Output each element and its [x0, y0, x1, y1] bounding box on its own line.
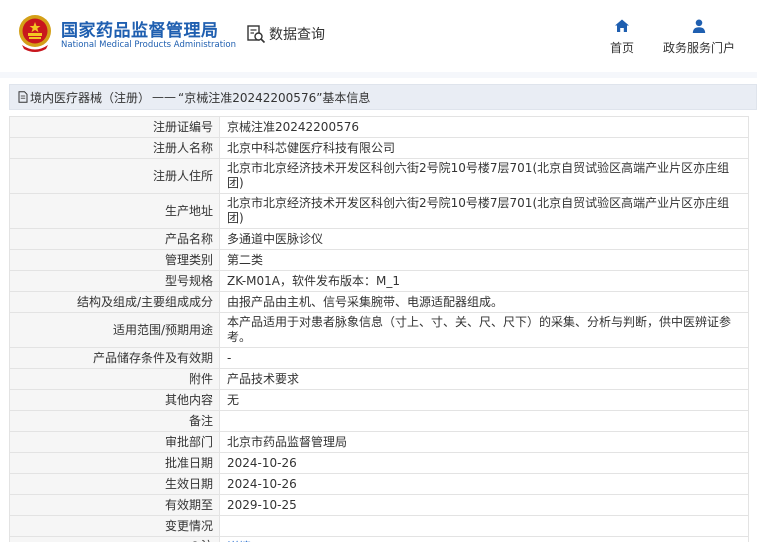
table-row: 生产地址 北京市北京经济技术开发区科创六街2号院10号楼7层701(北京自贸试验区… — [9, 193, 749, 229]
field-value: 由报产品由主机、信号采集腕带、电源适配器组成。 — [219, 291, 749, 313]
field-value: 多通道中医脉诊仪 — [219, 228, 749, 250]
breadcrumb-separator: —— — [152, 90, 177, 104]
field-label: 适用范围/预期用途 — [9, 312, 220, 348]
field-label: 管理类别 — [9, 249, 220, 271]
site-title: 国家药品监督管理局 — [61, 21, 219, 41]
home-icon — [615, 19, 629, 32]
field-value: 北京市药品监督管理局 — [219, 431, 749, 453]
field-value: 2024-10-26 — [219, 452, 749, 474]
field-label: 结构及组成/主要组成成分 — [9, 291, 220, 313]
field-value: 2029-10-25 — [219, 494, 749, 516]
field-label: 型号规格 — [9, 270, 220, 292]
field-value: 京械注准20242200576 — [219, 116, 749, 138]
field-value: 北京市北京经济技术开发区科创六街2号院10号楼7层701(北京自贸试验区高端产业… — [219, 193, 749, 229]
nav-home-label: 首页 — [610, 41, 635, 55]
breadcrumb-record-title: “京械注准20242200576”基本信息 — [178, 90, 371, 105]
nav-gov-service-label: 政务服务门户 — [663, 41, 736, 55]
table-row: 其他内容无 — [9, 389, 749, 411]
field-label: 备注 — [9, 410, 220, 432]
field-label: 产品储存条件及有效期 — [9, 347, 220, 369]
field-value: 本产品适用于对患者脉象信息（寸上、寸、关、尺、尺下）的采集、分析与判断，供中医辨… — [219, 312, 749, 348]
field-label: 产品名称 — [9, 228, 220, 250]
table-row: 批准日期 2024-10-26 — [9, 452, 749, 474]
table-row: 适用范围/预期用途 本产品适用于对患者脉象信息（寸上、寸、关、尺、尺下）的采集、分… — [9, 312, 749, 348]
field-label: 变更情况 — [9, 515, 220, 537]
field-label: 审批部门 — [9, 431, 220, 453]
field-label: 注册证编号 — [9, 116, 220, 138]
nav-gov-service-button[interactable]: 政务服务门户 — [663, 18, 735, 56]
field-value — [219, 410, 749, 432]
table-row: 生效日期 2024-10-26 — [9, 473, 749, 495]
table-row: 产品储存条件及有效期 - — [9, 347, 749, 369]
field-value: 无 — [219, 389, 749, 411]
table-row: 注册证编号 京械注准20242200576 — [9, 116, 749, 138]
table-row: 注册人住所 北京市北京经济技术开发区科创六街2号院10号楼7层701(北京自贸试验… — [9, 158, 749, 194]
data-query-link[interactable]: 数据查询 — [246, 24, 325, 44]
user-icon — [692, 19, 706, 33]
table-row: 备注 — [9, 410, 749, 432]
field-label: 注册人住所 — [9, 158, 220, 194]
breadcrumb-category-link[interactable]: 境内医疗器械（注册） — [30, 89, 150, 106]
field-value: 第二类 — [219, 249, 749, 271]
site-subtitle: National Medical Products Administration — [61, 40, 236, 50]
field-label: 批准日期 — [9, 452, 220, 474]
header-divider — [0, 72, 757, 78]
registration-detail-table: 注册证编号 京械注准20242200576 注册人名称 北京中科芯健医疗科技有限公司注… — [9, 116, 749, 542]
field-label: 其他内容 — [9, 389, 220, 411]
note-label-cell: 注 — [9, 536, 220, 542]
data-search-icon — [247, 25, 266, 44]
field-label: 注册人名称 — [9, 137, 220, 159]
field-value — [219, 515, 749, 537]
document-icon — [18, 91, 28, 103]
field-label: 附件 — [9, 368, 220, 390]
breadcrumb: 境内医疗器械（注册） —— “京械注准20242200576”基本信息 — [9, 84, 757, 110]
nav-home-button[interactable]: 首页 — [610, 18, 634, 56]
table-row: 变更情况 — [9, 515, 749, 537]
field-label: 有效期至 — [9, 494, 220, 516]
table-row: 注册人名称 北京中科芯健医疗科技有限公司 — [9, 137, 749, 159]
field-value: 北京中科芯健医疗科技有限公司 — [219, 137, 749, 159]
field-value: 2024-10-26 — [219, 473, 749, 495]
table-row: 有效期至 2029-10-25 — [9, 494, 749, 516]
table-row: 产品名称 多通道中医脉诊仪 — [9, 228, 749, 250]
table-row: 型号规格 ZK-M01A，软件发布版本：M_1 — [9, 270, 749, 292]
table-row-note: 注详情 — [9, 536, 749, 542]
field-value: - — [219, 347, 749, 369]
table-row: 结构及组成/主要组成成分 由报产品由主机、信号采集腕带、电源适配器组成。 — [9, 291, 749, 313]
field-label: 生效日期 — [9, 473, 220, 495]
note-value-cell: 详情 — [219, 536, 749, 542]
field-value: 产品技术要求 — [219, 368, 749, 390]
table-row: 管理类别 第二类 — [9, 249, 749, 271]
national-emblem-icon — [19, 15, 51, 52]
table-row: 附件 产品技术要求 — [9, 368, 749, 390]
field-value: ZK-M01A，软件发布版本：M_1 — [219, 270, 749, 292]
field-label: 生产地址 — [9, 193, 220, 229]
field-value: 北京市北京经济技术开发区科创六街2号院10号楼7层701(北京自贸试验区高端产业… — [219, 158, 749, 194]
data-query-label: 数据查询 — [269, 27, 325, 43]
site-header: 国家药品监督管理局 National Medical Products Admi… — [0, 0, 757, 72]
table-row: 审批部门 北京市药品监督管理局 — [9, 431, 749, 453]
